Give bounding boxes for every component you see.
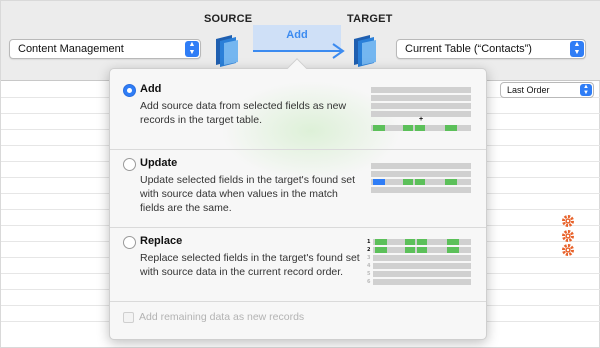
replace-diagram: 1 2 3 4 5 6 bbox=[367, 239, 471, 289]
matched-cell bbox=[447, 239, 459, 245]
option-replace-title: Replace bbox=[140, 235, 183, 247]
option-add-description: Add source data from selected fields as … bbox=[140, 100, 347, 126]
option-update-description: Update selected fields in the target's f… bbox=[140, 174, 356, 214]
diagram-row bbox=[373, 271, 471, 277]
matched-cell bbox=[375, 247, 387, 253]
matched-cell bbox=[417, 247, 427, 253]
diagram-row bbox=[371, 187, 471, 193]
sort-order-popup[interactable]: Last Order ▲ ▼ bbox=[500, 82, 594, 98]
match-field-cell bbox=[373, 179, 385, 185]
matched-cell bbox=[373, 125, 385, 131]
option-separator bbox=[110, 149, 486, 150]
matched-cell bbox=[417, 239, 427, 245]
chevron-updown-icon: ▲ ▼ bbox=[570, 41, 584, 57]
matched-cell bbox=[415, 179, 425, 185]
import-mode-label: Add bbox=[286, 29, 308, 41]
matched-cell bbox=[445, 179, 457, 185]
import-dialog: SOURCE TARGET Content Management ▲ ▼ Add … bbox=[0, 0, 600, 348]
matched-cell bbox=[405, 247, 415, 253]
row-number: 6 bbox=[367, 279, 371, 285]
matched-cell bbox=[447, 247, 459, 253]
update-diagram bbox=[371, 163, 471, 199]
chevron-updown-icon: ▲ ▼ bbox=[185, 41, 199, 57]
matched-cell bbox=[403, 179, 413, 185]
target-popup[interactable]: Current Table (“Contacts”) ▲ ▼ bbox=[396, 39, 586, 59]
diagram-row bbox=[371, 163, 471, 169]
matched-cell bbox=[375, 239, 387, 245]
diagram-row bbox=[371, 87, 471, 93]
gear-icon[interactable] bbox=[561, 229, 575, 243]
option-add-title: Add bbox=[140, 83, 162, 95]
diagram-row bbox=[373, 279, 471, 285]
gear-icon[interactable] bbox=[561, 214, 575, 228]
plus-icon: + bbox=[419, 116, 424, 123]
source-label: SOURCE bbox=[204, 13, 253, 25]
radio-update[interactable] bbox=[123, 158, 136, 171]
option-separator bbox=[110, 301, 486, 302]
source-popup-value: Content Management bbox=[18, 43, 124, 55]
diagram-row bbox=[371, 171, 471, 177]
gear-icon[interactable] bbox=[561, 243, 575, 257]
radio-replace[interactable] bbox=[123, 236, 136, 249]
add-diagram: + bbox=[371, 87, 471, 137]
sort-order-value: Last Order bbox=[507, 85, 550, 95]
matched-cell bbox=[415, 125, 425, 131]
diagram-row bbox=[373, 263, 471, 269]
filemaker-icon bbox=[354, 35, 376, 67]
row-number: 5 bbox=[367, 271, 371, 277]
diagram-row bbox=[371, 95, 471, 101]
row-number: 2 bbox=[367, 247, 371, 253]
diagram-row bbox=[373, 255, 471, 261]
radio-add[interactable] bbox=[123, 84, 136, 97]
source-popup[interactable]: Content Management ▲ ▼ bbox=[9, 39, 201, 59]
matched-cell bbox=[403, 125, 413, 131]
target-popup-value: Current Table (“Contacts”) bbox=[405, 43, 532, 55]
target-label: TARGET bbox=[347, 13, 393, 25]
chevron-updown-icon: ▲ ▼ bbox=[580, 84, 592, 96]
filemaker-icon bbox=[216, 35, 238, 67]
row-number: 4 bbox=[367, 263, 371, 269]
add-remaining-label: Add remaining data as new records bbox=[139, 311, 305, 323]
option-update-title: Update bbox=[140, 157, 178, 169]
row-number: 3 bbox=[367, 255, 371, 261]
row-number: 1 bbox=[367, 239, 371, 245]
import-arrow-icon bbox=[253, 43, 345, 59]
option-separator bbox=[110, 227, 486, 228]
diagram-row bbox=[371, 103, 471, 109]
matched-cell bbox=[445, 125, 457, 131]
option-replace-description: Replace selected fields in the target's … bbox=[140, 252, 360, 278]
matched-cell bbox=[405, 239, 415, 245]
add-remaining-checkbox[interactable] bbox=[123, 312, 134, 323]
